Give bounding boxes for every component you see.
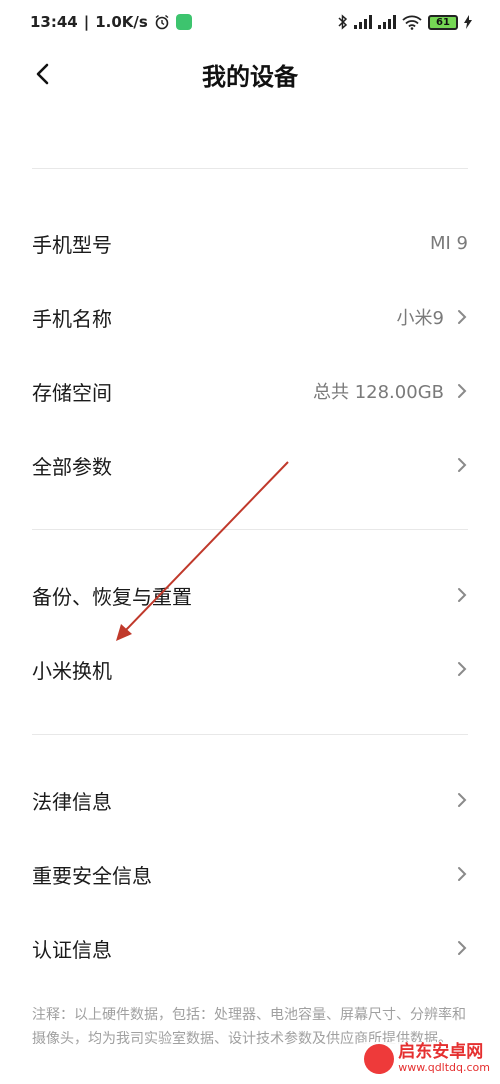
page-title: 我的设备: [202, 62, 298, 91]
chevron-right-icon: [458, 588, 467, 602]
section-divider: [32, 734, 468, 735]
watermark-logo-icon: [364, 1044, 395, 1074]
section-divider: [32, 168, 468, 169]
row-certification-info[interactable]: 认证信息: [0, 911, 500, 985]
chevron-right-icon: [458, 662, 467, 676]
row-value: MI 9: [429, 232, 468, 254]
watermark-title: 启东安卓网: [398, 1042, 484, 1063]
row-value: 小米9: [396, 308, 444, 329]
row-label: 备份、恢复与重置: [32, 584, 192, 609]
row-label: 存储空间: [32, 380, 112, 405]
row-backup-reset[interactable]: 备份、恢复与重置: [0, 558, 500, 632]
section-divider: [32, 529, 468, 530]
wifi-icon: [402, 15, 422, 30]
app-notification-icon: [175, 14, 192, 30]
signal-hd-icon: [378, 15, 396, 29]
row-legal-info[interactable]: 法律信息: [0, 763, 500, 837]
alarm-icon: [155, 14, 169, 30]
back-arrow-icon[interactable]: [30, 60, 58, 88]
signal-icon: [354, 15, 372, 29]
row-storage[interactable]: 存储空间 总共 128.00GB: [0, 354, 500, 428]
row-label: 手机名称: [32, 306, 112, 331]
row-value: 总共 128.00GB: [312, 382, 444, 403]
chevron-right-icon: [458, 941, 467, 955]
status-time: 13:44: [30, 13, 78, 31]
row-all-specs[interactable]: 全部参数: [0, 428, 500, 502]
chevron-right-icon: [458, 458, 467, 472]
status-bar-left: 13:44 | 1.0K/s: [30, 13, 192, 31]
charging-icon: [464, 15, 472, 29]
row-safety-info[interactable]: 重要安全信息: [0, 837, 500, 911]
row-label: 手机型号: [32, 232, 112, 257]
row-phone-name[interactable]: 手机名称 小米9: [0, 280, 500, 354]
row-label: 小米换机: [32, 658, 112, 683]
chevron-right-icon: [458, 793, 467, 807]
row-label: 重要安全信息: [32, 863, 152, 888]
battery-indicator: 61: [428, 14, 458, 30]
network-speed: 1.0K/s: [95, 13, 148, 31]
status-bar-right: 61: [338, 14, 472, 30]
chevron-right-icon: [458, 310, 467, 324]
row-label: 全部参数: [32, 454, 112, 479]
row-mi-mover[interactable]: 小米换机: [0, 632, 500, 706]
row-label: 法律信息: [32, 789, 112, 814]
chevron-right-icon: [458, 384, 467, 398]
status-separator: |: [83, 13, 90, 31]
site-watermark: 启东安卓网 www.qdltdq.com: [360, 1042, 494, 1076]
row-phone-model: 手机型号 MI 9: [0, 206, 500, 280]
chevron-right-icon: [458, 867, 467, 881]
bluetooth-icon: [338, 14, 348, 30]
watermark-url: www.qdltdq.com: [398, 1061, 490, 1075]
header: 我的设备: [0, 44, 500, 104]
status-bar: 13:44 | 1.0K/s 61: [0, 0, 500, 44]
row-label: 认证信息: [32, 937, 112, 962]
